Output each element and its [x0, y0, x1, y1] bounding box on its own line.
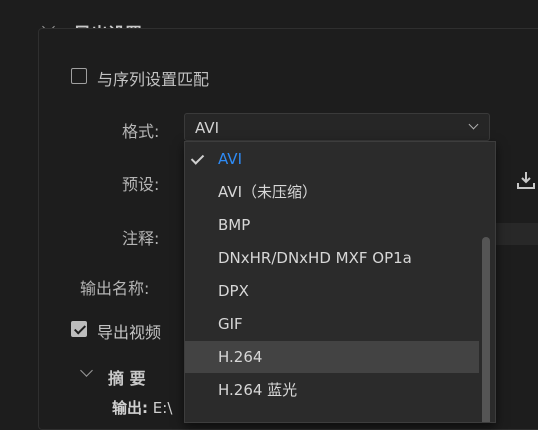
format-select-value: AVI	[195, 119, 219, 137]
format-option-avi[interactable]: AVI	[185, 143, 479, 175]
option-label: DNxHR/DNxHD MXF OP1a	[218, 249, 412, 267]
chevron-down-icon	[80, 364, 93, 377]
summary-chevron[interactable]	[80, 364, 93, 377]
format-option-h264[interactable]: H.264	[185, 341, 479, 373]
output-name-label: 输出名称:	[80, 279, 150, 298]
format-select[interactable]: AVI	[184, 113, 490, 141]
checkmark-icon	[190, 151, 205, 165]
download-preset-icon[interactable]	[515, 170, 537, 192]
export-video-label: 导出视频	[97, 323, 162, 342]
dropdown-scrollbar-thumb[interactable]	[482, 237, 490, 422]
output-path-value: E:\	[152, 399, 173, 417]
format-option-h264-bluray[interactable]: H.264 蓝光	[185, 374, 479, 406]
summary-title: 摘 要	[108, 369, 146, 388]
output-prefix: 输出:	[112, 399, 148, 417]
match-sequence-label: 与序列设置匹配	[97, 70, 210, 89]
preset-label: 预设:	[122, 175, 160, 194]
match-sequence-checkbox[interactable]	[71, 68, 87, 84]
format-option-gif[interactable]: GIF	[185, 308, 479, 340]
format-option-dnxhr[interactable]: DNxHR/DNxHD MXF OP1a	[185, 242, 479, 274]
chevron-down-icon	[468, 119, 479, 130]
option-label: H.264 蓝光	[218, 381, 298, 399]
comment-input[interactable]	[494, 223, 538, 245]
format-option-dpx[interactable]: DPX	[185, 275, 479, 307]
option-label: AVI（未压缩）	[218, 183, 317, 201]
option-label: H.264	[218, 348, 263, 366]
format-option-bmp[interactable]: BMP	[185, 209, 479, 241]
export-video-checkbox[interactable]	[71, 321, 87, 337]
option-label: AVI	[218, 150, 242, 168]
format-label: 格式:	[122, 122, 160, 141]
format-dropdown-menu: AVI AVI（未压缩） BMP DNxHR/DNxHD MXF OP1a DP…	[184, 141, 496, 423]
option-label: GIF	[218, 315, 243, 333]
comment-label: 注释:	[122, 229, 160, 248]
option-label: BMP	[218, 216, 251, 234]
output-path-row: 输出: E:\	[112, 397, 172, 418]
format-option-avi-uncompressed[interactable]: AVI（未压缩）	[185, 176, 479, 208]
option-label: DPX	[218, 282, 249, 300]
